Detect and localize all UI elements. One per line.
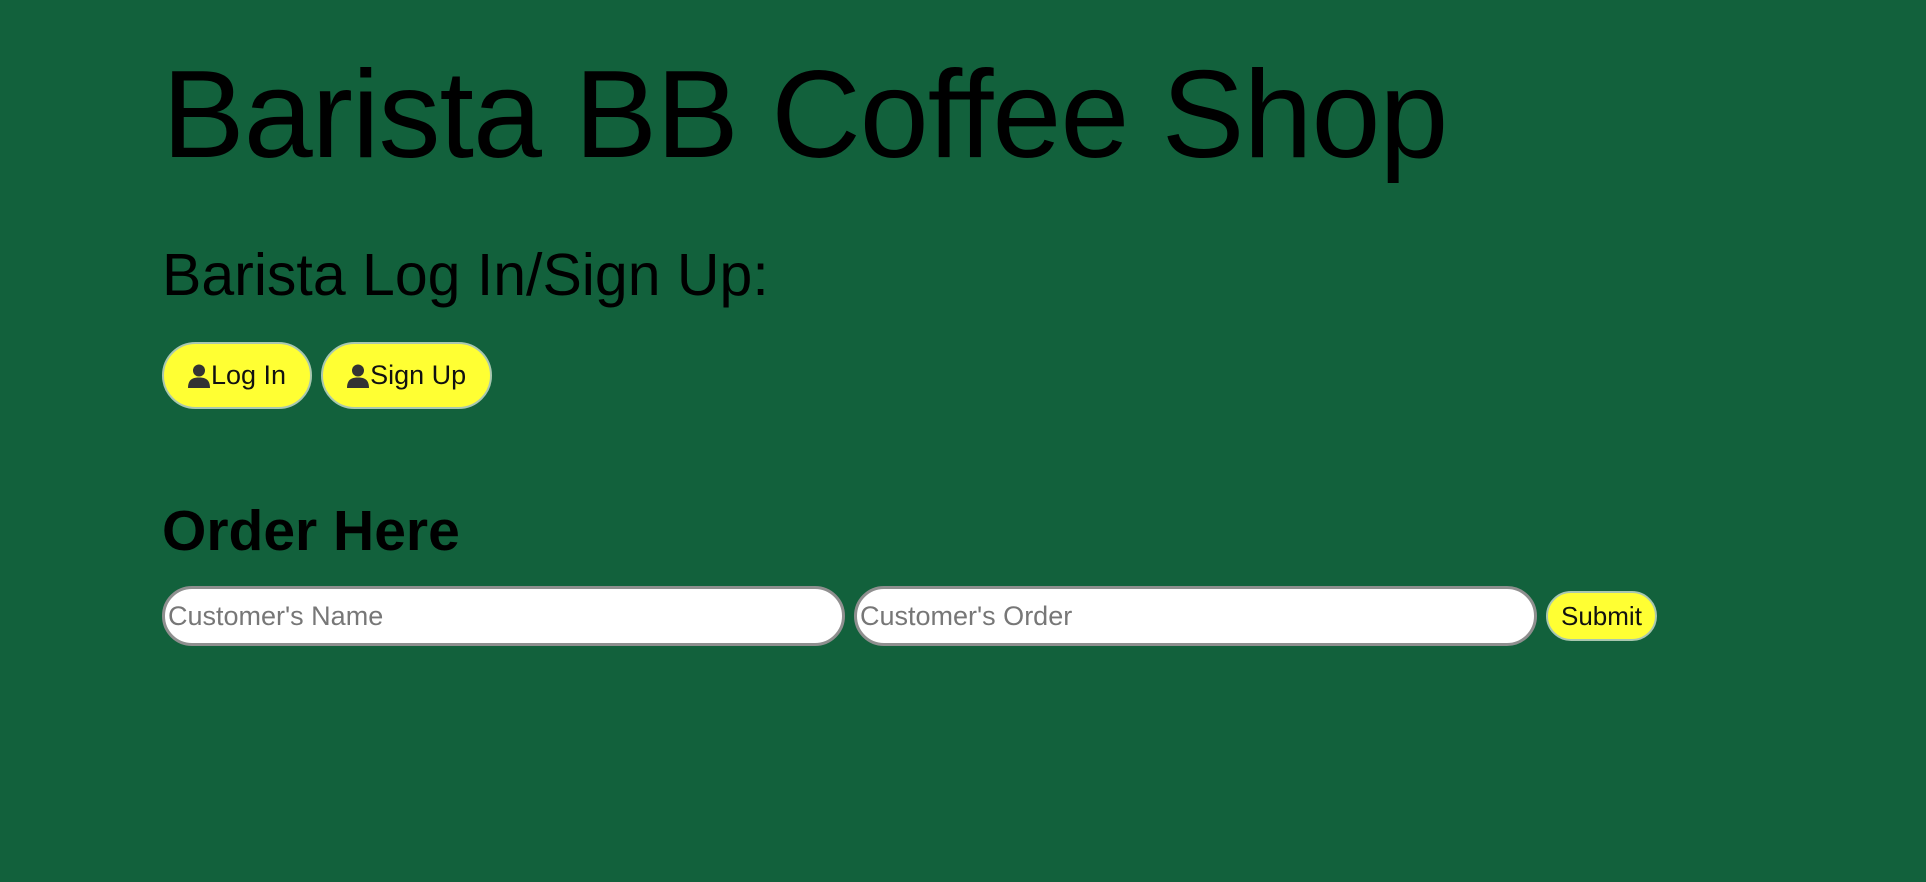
sign-up-button[interactable]: Sign Up: [321, 342, 493, 409]
order-form: Submit: [162, 586, 1657, 646]
log-in-button[interactable]: Log In: [162, 342, 313, 409]
sign-up-label: Sign Up: [370, 360, 467, 390]
customer-name-input[interactable]: [162, 586, 845, 646]
auth-heading: Barista Log In/Sign Up:: [162, 242, 769, 308]
customer-order-input[interactable]: [854, 586, 1537, 646]
auth-buttons: Log In Sign Up: [162, 342, 493, 409]
user-icon: [347, 364, 370, 388]
log-in-label: Log In: [211, 360, 287, 390]
user-icon: [188, 364, 210, 388]
submit-button[interactable]: Submit: [1546, 591, 1657, 641]
order-heading: Order Here: [162, 499, 460, 563]
site-title: Barista BB Coffee Shop: [162, 46, 1448, 184]
